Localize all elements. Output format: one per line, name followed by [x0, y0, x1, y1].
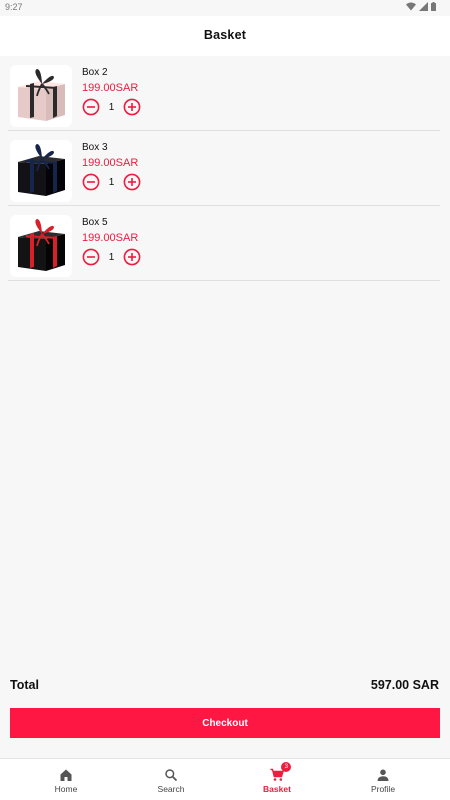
search-icon — [165, 769, 178, 782]
wifi-icon — [406, 2, 416, 11]
product-image — [10, 215, 72, 277]
product-image — [10, 65, 72, 127]
minus-icon[interactable] — [82, 173, 100, 191]
product-name: Box 5 — [82, 217, 108, 228]
status-bar: 9:27 — [0, 0, 450, 16]
minus-icon[interactable] — [82, 248, 100, 266]
home-icon — [60, 769, 72, 781]
plus-icon[interactable] — [123, 173, 141, 191]
signal-icon — [419, 2, 428, 11]
product-price: 199.00SAR — [82, 232, 139, 244]
quantity-stepper: 1 — [82, 173, 141, 191]
plus-icon[interactable] — [123, 98, 141, 116]
basket-item: Box 3 199.00SAR 1 — [0, 131, 450, 206]
nav-home[interactable]: Home — [10, 759, 122, 800]
quantity-stepper: 1 — [82, 98, 141, 116]
header: Basket — [0, 16, 450, 56]
quantity-value: 1 — [108, 251, 115, 263]
nav-basket[interactable]: 3 Basket — [221, 759, 333, 800]
page-title: Basket — [203, 28, 247, 42]
quantity-value: 1 — [108, 176, 115, 188]
battery-icon — [431, 2, 436, 11]
status-time: 9:27 — [5, 2, 23, 12]
checkout-button[interactable]: Checkout — [10, 708, 440, 738]
product-name: Box 3 — [82, 142, 108, 153]
basket-item: Box 2 199.00SAR 1 — [0, 56, 450, 131]
nav-profile[interactable]: Profile — [327, 759, 439, 800]
nav-search[interactable]: Search — [115, 759, 227, 800]
bottom-nav: Home Search 3 Basket Profile — [0, 758, 450, 800]
basket-list: Box 2 199.00SAR 1 Box 3 199.00SAR 1 Box … — [0, 56, 450, 281]
product-image — [10, 140, 72, 202]
total-label: Total — [10, 678, 39, 692]
minus-icon[interactable] — [82, 98, 100, 116]
product-price: 199.00SAR — [82, 82, 139, 94]
basket-item: Box 5 199.00SAR 1 — [0, 206, 450, 281]
divider — [8, 280, 440, 281]
nav-label: Search — [157, 784, 185, 794]
nav-label: Profile — [370, 784, 396, 794]
cart-badge: 3 — [281, 762, 292, 772]
quantity-value: 1 — [108, 101, 115, 113]
product-name: Box 2 — [82, 67, 108, 78]
status-icons — [406, 2, 436, 11]
person-icon — [377, 769, 389, 781]
product-price: 199.00SAR — [82, 157, 139, 169]
nav-label: Home — [54, 784, 78, 794]
total-value: 597.00 SAR — [370, 678, 439, 692]
plus-icon[interactable] — [123, 248, 141, 266]
quantity-stepper: 1 — [82, 248, 141, 266]
nav-label: Basket — [263, 784, 291, 794]
total-row: Total 597.00 SAR — [10, 678, 440, 694]
